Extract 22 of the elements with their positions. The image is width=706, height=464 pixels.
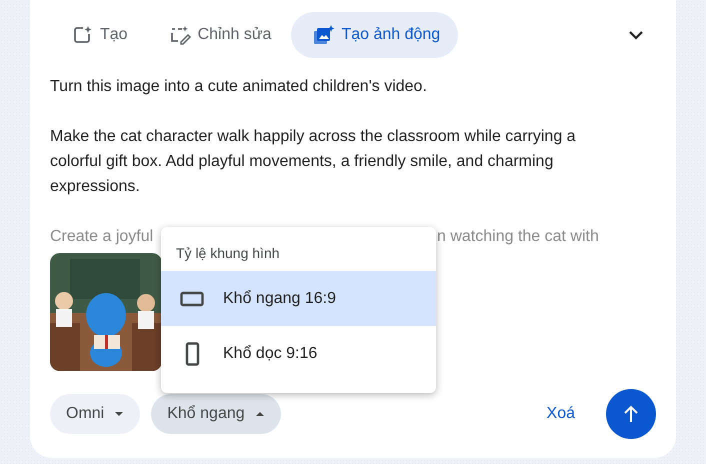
menu-item[interactable]: Khổ dọc 9:16 <box>161 326 436 381</box>
clear-button[interactable]: Xoá <box>538 399 583 429</box>
aspect-dropdown[interactable]: Khổ ngang <box>151 394 281 434</box>
rectangle-icon <box>184 342 200 366</box>
sparkle-square-icon <box>72 25 94 45</box>
tab[interactable]: Chỉnh sửa <box>148 12 290 58</box>
images-sparkle-icon <box>313 25 336 45</box>
prompt-text: Make the cat character walk happily across the classroom while carrying a colorful gift box. Add playful movements, a friendly smile, and charming expressions. <box>50 127 577 197</box>
send-button[interactable] <box>606 389 656 439</box>
pencil-sparkle-icon <box>170 25 192 45</box>
prompt-text: Create a joyful <box>50 227 154 247</box>
menu-item[interactable]: Khổ ngang 16:9 <box>161 271 436 326</box>
chevron-down-icon <box>628 30 644 40</box>
model-dropdown[interactable]: Omni <box>50 394 140 434</box>
tab[interactable]: Tạo <box>50 12 146 58</box>
prompt-text: Turn this image into a cute animated children's video. <box>50 77 428 97</box>
caret-icon <box>114 411 124 417</box>
menu-title: Tỷ lệ khung hình <box>175 244 281 263</box>
arrow-up-icon <box>623 405 639 423</box>
caret-icon <box>254 411 265 417</box>
prompt-text: n watching the cat with <box>437 227 600 247</box>
tab[interactable]: Tạo ảnh động <box>291 12 458 58</box>
